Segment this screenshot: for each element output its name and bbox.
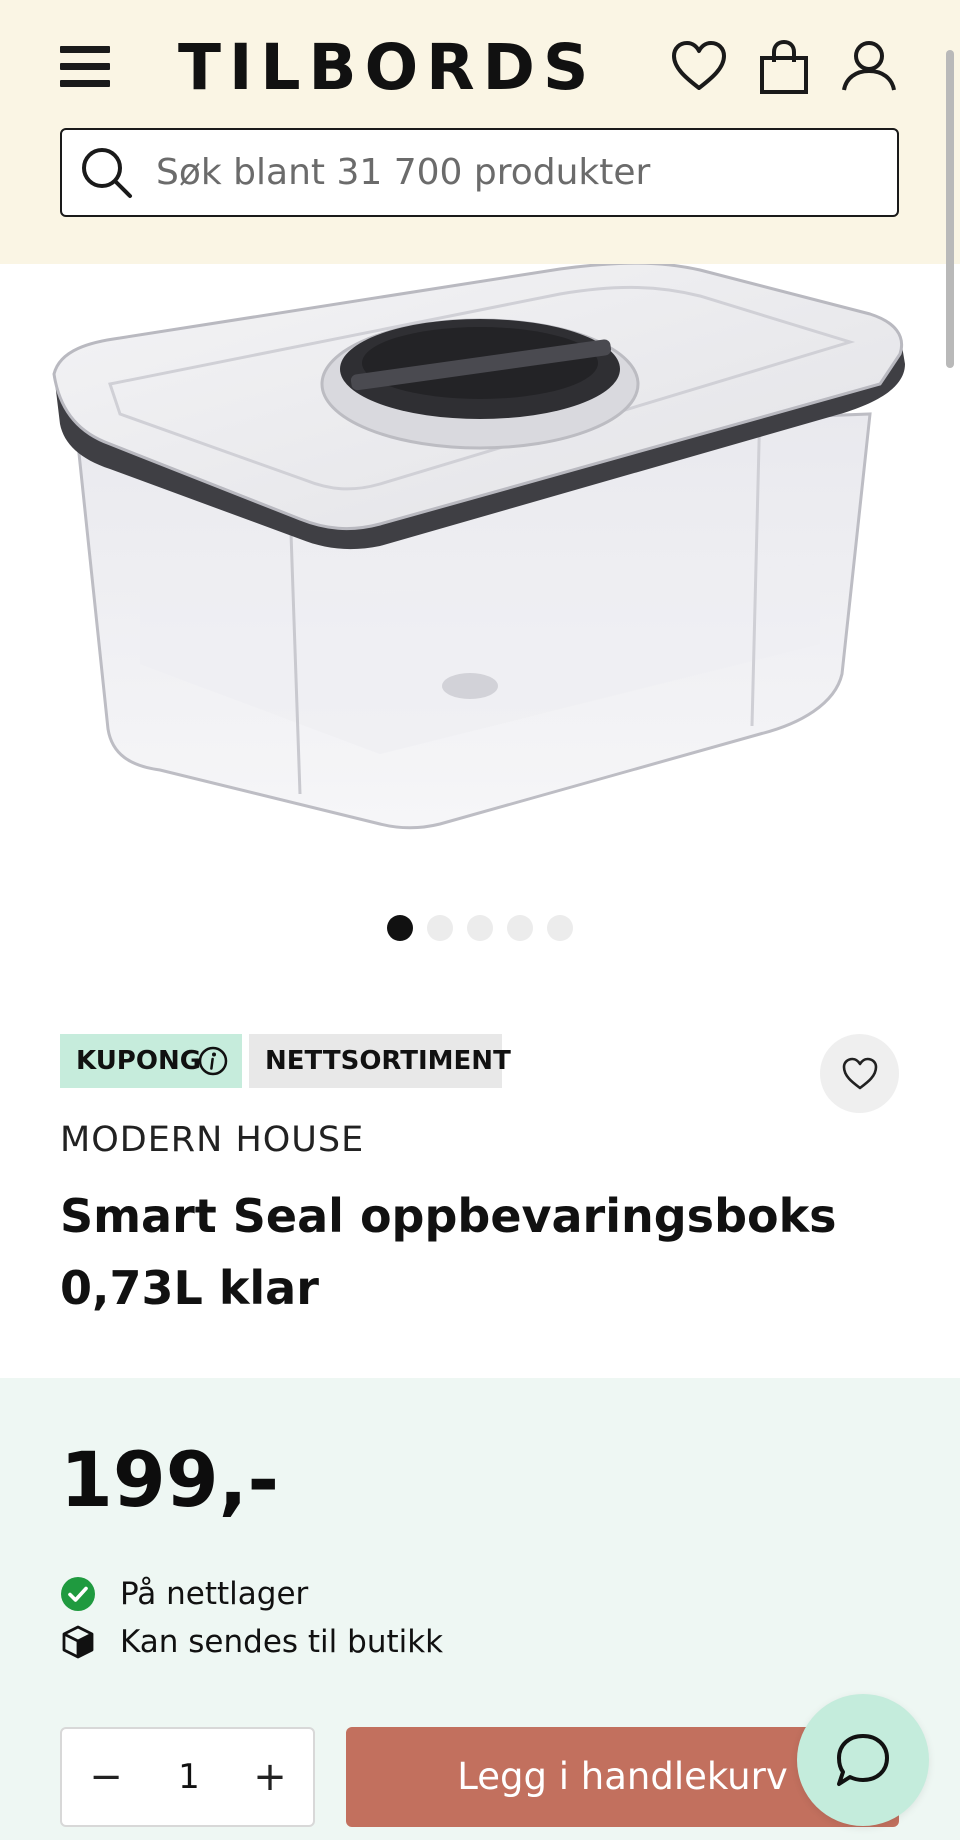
quantity-stepper: − 1 + (60, 1727, 315, 1827)
chat-button[interactable] (797, 1694, 929, 1826)
quantity-increase-button[interactable]: + (242, 1749, 298, 1805)
wishlist-button[interactable] (820, 1034, 899, 1113)
menu-icon[interactable] (60, 44, 112, 88)
product-title: Smart Seal oppbevaringsboks 0,73L klar (60, 1189, 837, 1315)
chat-icon (837, 1734, 889, 1786)
search-icon[interactable] (78, 144, 134, 200)
site-header: TILBORDS (0, 0, 960, 264)
user-icon[interactable] (838, 36, 900, 98)
quantity-value[interactable]: 1 (152, 1749, 226, 1805)
search-input[interactable] (156, 140, 876, 204)
info-icon[interactable] (198, 1046, 228, 1076)
carousel-dot[interactable] (467, 915, 493, 941)
stock-status-text: På nettlager (120, 1576, 309, 1612)
coupon-badge-label: KUPONG (76, 1046, 202, 1076)
quantity-decrease-button[interactable]: − (78, 1749, 134, 1805)
product-image[interactable] (0, 264, 960, 860)
check-circle-icon (61, 1577, 95, 1611)
shipping-status-text: Kan sendes til butikk (120, 1624, 444, 1660)
product-price: 199,- (60, 1435, 280, 1524)
online-only-badge: NETTSORTIMENT (249, 1034, 511, 1088)
carousel-dot[interactable] (427, 915, 453, 941)
shopping-bag-icon[interactable] (753, 36, 815, 98)
logo[interactable]: TILBORDS (178, 18, 596, 118)
carousel-dots (387, 915, 577, 941)
heart-icon[interactable] (668, 36, 730, 98)
carousel-dot[interactable] (547, 915, 573, 941)
heart-icon (842, 1057, 878, 1090)
search-bar[interactable] (60, 128, 899, 217)
carousel-dot[interactable] (507, 915, 533, 941)
coupon-badge[interactable]: KUPONG (60, 1034, 242, 1088)
carousel-dot[interactable] (387, 915, 413, 941)
brand-name[interactable]: MODERN HOUSE (60, 1120, 364, 1160)
package-icon (62, 1625, 94, 1659)
